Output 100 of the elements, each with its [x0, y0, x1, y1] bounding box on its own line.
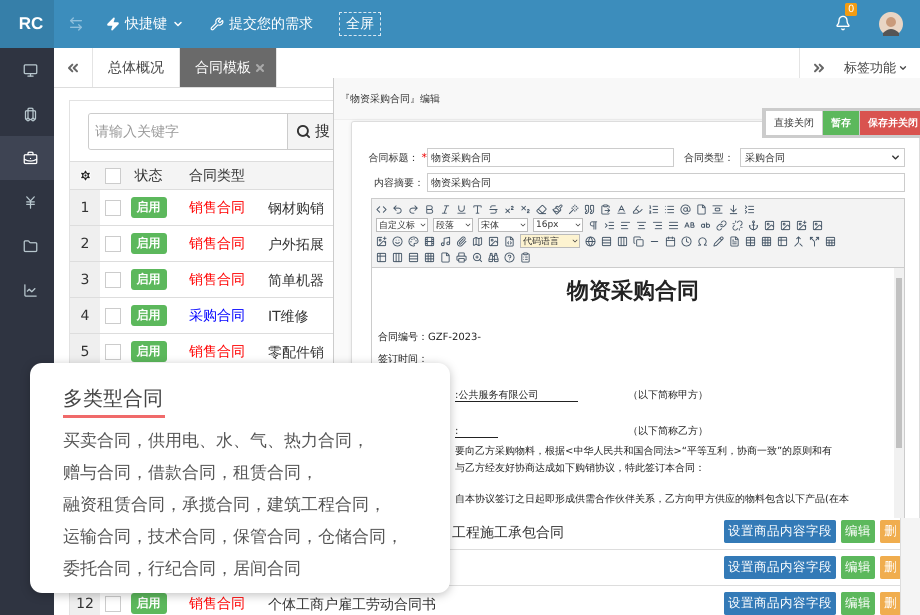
set-fields-button[interactable]: 设置商品内容字段 — [724, 592, 836, 615]
size-select[interactable]: 16px — [533, 218, 583, 232]
paste-icon[interactable] — [600, 204, 611, 214]
clipboard-icon[interactable] — [520, 252, 531, 262]
set-fields-button[interactable]: 设置商品内容字段 — [724, 556, 836, 579]
line-height-icon[interactable] — [744, 204, 755, 214]
code-icon[interactable] — [376, 204, 387, 214]
table-icon[interactable] — [376, 252, 387, 262]
type-select[interactable]: 采购合同 — [740, 148, 905, 167]
row-checkbox[interactable] — [105, 272, 121, 288]
row-checkbox[interactable] — [105, 200, 121, 216]
edit-button[interactable]: 编辑 — [841, 556, 875, 579]
table-icon[interactable] — [745, 236, 756, 246]
row-checkbox[interactable] — [105, 596, 121, 612]
shortcut-menu[interactable]: 快捷键 — [106, 15, 184, 33]
font-color-icon[interactable] — [616, 204, 627, 214]
close-button[interactable]: 直接关闭 — [766, 111, 822, 135]
wand-icon[interactable] — [568, 204, 579, 214]
document-icon[interactable] — [729, 236, 740, 246]
set-fields-button[interactable]: 设置商品内容字段 — [724, 520, 836, 543]
spacing-icon[interactable] — [728, 204, 739, 214]
brush-icon[interactable] — [552, 204, 563, 214]
sheet-icon[interactable] — [825, 236, 836, 246]
image-icon[interactable] — [376, 236, 387, 246]
align-center-icon[interactable] — [636, 220, 647, 230]
rows-icon[interactable] — [601, 236, 612, 246]
italic-icon[interactable] — [440, 204, 451, 214]
indent-icon[interactable] — [604, 220, 615, 230]
pencil-icon[interactable] — [713, 236, 724, 246]
columns-icon[interactable] — [392, 252, 403, 262]
save-close-button[interactable]: 保存并关闭 — [860, 111, 920, 135]
copy-icon[interactable] — [633, 236, 644, 246]
sidebar-item[interactable] — [0, 136, 54, 180]
redo-icon[interactable] — [408, 204, 419, 214]
row-checkbox[interactable] — [105, 236, 121, 252]
grid-icon[interactable] — [761, 236, 772, 246]
select-all-checkbox[interactable] — [105, 168, 121, 184]
nav-link[interactable]: 提交您的需求 — [210, 15, 313, 33]
font-select[interactable]: 宋体 — [478, 218, 528, 232]
image-icon[interactable] — [488, 236, 499, 246]
undo-icon[interactable] — [392, 204, 403, 214]
superscript-icon[interactable] — [504, 204, 515, 214]
palette-icon[interactable] — [408, 236, 419, 246]
at-icon[interactable] — [680, 204, 691, 214]
code-language-select[interactable]: 代码语言 — [520, 234, 580, 248]
bold-icon[interactable] — [424, 204, 435, 214]
highlighter-icon[interactable] — [632, 204, 643, 214]
music-icon[interactable] — [440, 236, 451, 246]
fullscreen-button[interactable]: 全屏 — [339, 12, 381, 36]
justify-icon[interactable] — [668, 220, 679, 230]
image-icon[interactable] — [812, 220, 823, 230]
scrollbar-thumb[interactable] — [896, 278, 902, 448]
caret-icon[interactable] — [419, 221, 427, 229]
font-icon[interactable] — [472, 204, 483, 214]
omega-icon[interactable] — [697, 236, 708, 246]
rows-icon[interactable] — [408, 252, 419, 262]
paperclip-icon[interactable] — [456, 236, 467, 246]
columns-icon[interactable] — [617, 236, 628, 246]
file-icon[interactable] — [696, 204, 707, 214]
pilcrow-icon[interactable] — [588, 220, 599, 230]
subscript-icon[interactable] — [520, 204, 531, 214]
map-icon[interactable] — [472, 236, 483, 246]
avatar[interactable] — [879, 12, 903, 36]
search-field[interactable]: 请输入关键字 — [88, 113, 288, 150]
image-icon[interactable] — [780, 220, 791, 230]
strikethrough-icon[interactable] — [488, 204, 499, 214]
image-icon[interactable] — [796, 220, 807, 230]
save-draft-button[interactable]: 暂存 — [823, 111, 859, 135]
help-icon[interactable] — [504, 252, 515, 262]
ordered-list-icon[interactable] — [648, 204, 659, 214]
edit-button[interactable]: 编辑 — [841, 520, 875, 543]
align-right-icon[interactable] — [652, 220, 663, 230]
lowercase-icon[interactable] — [700, 220, 711, 230]
caret-icon[interactable] — [519, 221, 527, 229]
eraser-icon[interactable] — [536, 204, 547, 214]
title-field[interactable]: 物资采购合同 — [427, 148, 674, 167]
zoom-icon[interactable] — [472, 252, 483, 262]
film-icon[interactable] — [424, 236, 435, 246]
uppercase-icon[interactable] — [684, 220, 695, 230]
align-left-icon[interactable] — [620, 220, 631, 230]
row-checkbox[interactable] — [105, 344, 121, 360]
link-icon[interactable] — [716, 220, 727, 230]
printer-icon[interactable] — [456, 252, 467, 262]
edit-button[interactable]: 编辑 — [841, 592, 875, 615]
globe-icon[interactable] — [585, 236, 596, 246]
bell-icon[interactable] — [835, 15, 851, 31]
clock-icon[interactable] — [681, 236, 692, 246]
file-icon[interactable] — [440, 252, 451, 262]
image-icon[interactable] — [764, 220, 775, 230]
settings-icon[interactable] — [78, 169, 92, 182]
tab[interactable]: 合同模板 — [180, 48, 277, 87]
heading-select[interactable]: 自定义标 — [376, 218, 428, 232]
anchor-icon[interactable] — [748, 220, 759, 230]
binoculars-icon[interactable] — [488, 252, 499, 262]
merge-icon[interactable] — [793, 236, 804, 246]
smile-icon[interactable] — [392, 236, 403, 246]
summary-field[interactable]: 物资采购合同 — [427, 173, 905, 192]
underline-icon[interactable] — [456, 204, 467, 214]
list-icon[interactable] — [664, 204, 675, 214]
quote-icon[interactable] — [584, 204, 595, 214]
